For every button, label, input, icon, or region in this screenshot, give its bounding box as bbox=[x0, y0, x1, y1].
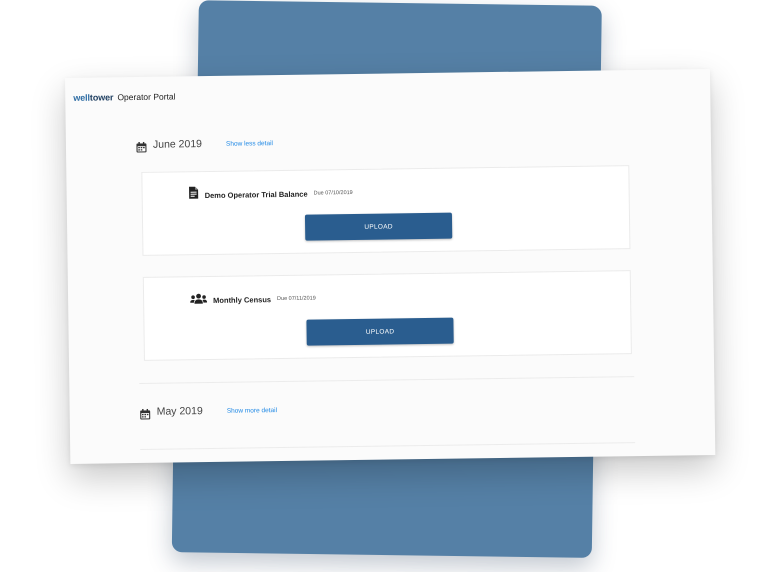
top-bar: welltower Operator Portal bbox=[73, 91, 175, 102]
task-card-trial-balance: Demo Operator Trial Balance Due 07/10/20… bbox=[141, 165, 631, 256]
task-title: Monthly Census bbox=[213, 294, 272, 305]
portal-title: Operator Portal bbox=[117, 91, 176, 103]
people-icon bbox=[190, 291, 208, 309]
upload-button[interactable]: UPLOAD bbox=[304, 212, 453, 241]
upload-button[interactable]: UPLOAD bbox=[306, 317, 454, 346]
month-header-may-2019: May 2019 Show more detail bbox=[140, 404, 278, 419]
portal-window: welltower Operator Portal June 2019 Show… bbox=[65, 68, 716, 464]
promo-stage: welltower Operator Portal June 2019 Show… bbox=[0, 0, 779, 572]
task-header: Monthly Census Due 07/11/2019 bbox=[190, 290, 316, 310]
month-label: June 2019 bbox=[152, 138, 203, 151]
logo-suffix: tower bbox=[89, 92, 114, 103]
logo-prefix: well bbox=[73, 92, 90, 103]
calendar-icon bbox=[140, 406, 151, 419]
task-header: Demo Operator Trial Balance Due 07/10/20… bbox=[189, 184, 353, 204]
task-due-date: Due 07/10/2019 bbox=[313, 189, 353, 197]
section-divider bbox=[140, 442, 636, 450]
show-more-detail-link[interactable]: Show more detail bbox=[227, 407, 277, 415]
section-divider bbox=[139, 376, 635, 384]
month-header-june-2019: June 2019 Show less detail bbox=[136, 137, 273, 152]
task-due-date: Due 07/11/2019 bbox=[276, 295, 316, 303]
calendar-icon bbox=[136, 139, 147, 152]
month-label: May 2019 bbox=[156, 405, 203, 418]
show-less-detail-link[interactable]: Show less detail bbox=[226, 140, 273, 148]
task-title: Demo Operator Trial Balance bbox=[204, 189, 308, 200]
task-card-monthly-census: Monthly Census Due 07/11/2019 UPLOAD bbox=[142, 270, 632, 361]
document-icon bbox=[189, 186, 199, 204]
welltower-logo[interactable]: welltower bbox=[73, 92, 113, 103]
